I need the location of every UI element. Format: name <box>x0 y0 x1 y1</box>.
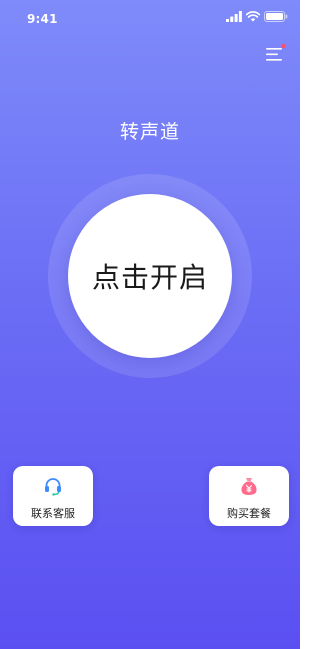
headset-icon <box>43 476 63 496</box>
buy-plan-button[interactable]: 购买套餐 <box>209 466 289 526</box>
status-icons <box>226 11 288 22</box>
money-bag-icon <box>239 476 259 496</box>
menu-icon <box>262 42 288 66</box>
start-button[interactable]: 点击开启 <box>68 194 232 358</box>
battery-icon <box>264 11 288 22</box>
app-screen: 9:41 转声道 点击开启 联系客服 购买套餐 <box>0 0 300 649</box>
signal-icon <box>226 11 242 22</box>
menu-button[interactable] <box>262 42 288 66</box>
notification-dot <box>281 43 286 49</box>
wifi-icon <box>246 11 260 22</box>
buy-plan-label: 购买套餐 <box>227 507 271 520</box>
status-bar: 9:41 <box>0 0 300 40</box>
page-title: 转声道 <box>119 121 180 143</box>
start-button-label: 点击开启 <box>91 261 208 294</box>
contact-service-button[interactable]: 联系客服 <box>13 466 93 526</box>
contact-service-label: 联系客服 <box>31 507 75 520</box>
status-time: 9:41 <box>27 12 58 26</box>
